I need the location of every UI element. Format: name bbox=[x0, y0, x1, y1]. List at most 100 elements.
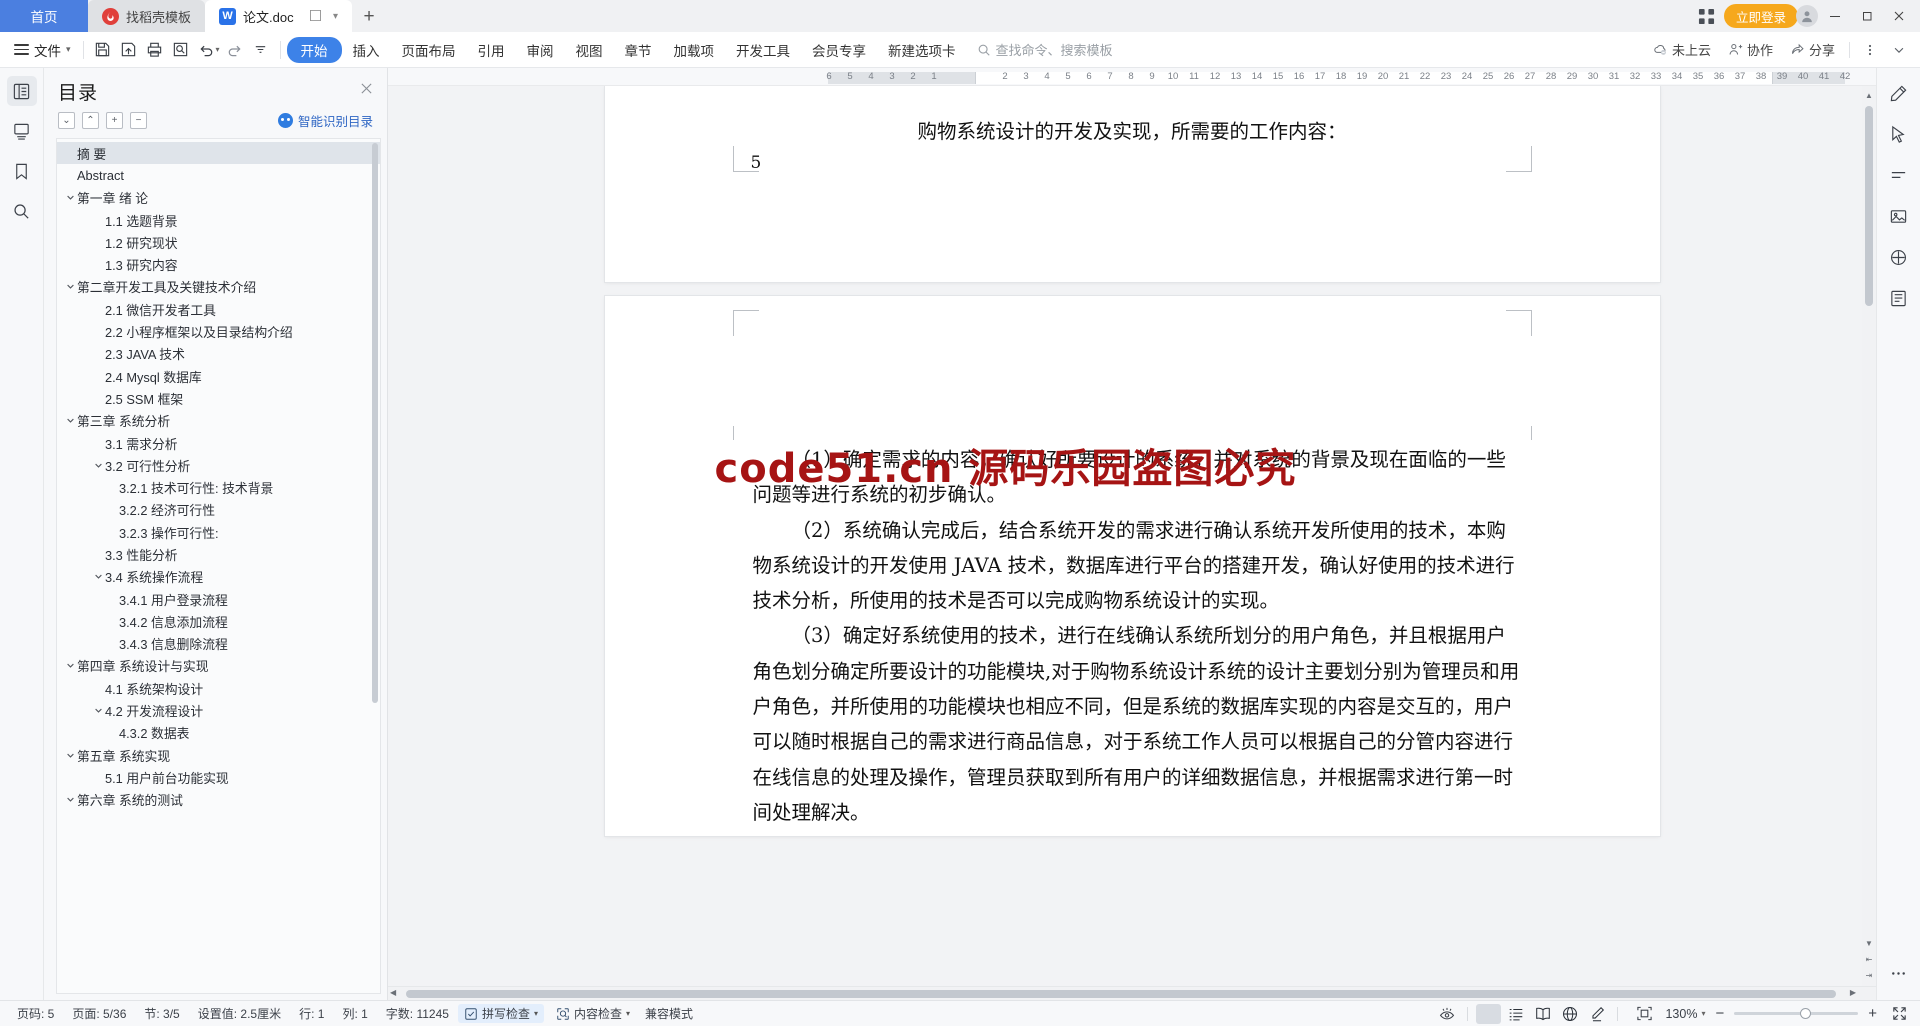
next-page-icon[interactable]: ⇥ bbox=[1862, 968, 1876, 982]
thumbnail-icon[interactable] bbox=[7, 116, 37, 146]
share-button[interactable]: 分享 bbox=[1783, 37, 1842, 62]
vertical-scrollbar[interactable]: ▲ ▼ ⇤ ⇥ bbox=[1862, 86, 1876, 986]
scroll-down-icon[interactable]: ▼ bbox=[1862, 936, 1876, 950]
toc-item[interactable]: 2.5 SSM 框架 bbox=[57, 387, 380, 409]
toc-item[interactable]: 3.2 可行性分析 bbox=[57, 454, 380, 476]
toc-item[interactable]: 3.2.2 经济可行性 bbox=[57, 499, 380, 521]
ribbon-tab-page-layout[interactable]: 页面布局 bbox=[391, 37, 467, 63]
fullscreen-icon[interactable] bbox=[1887, 1004, 1912, 1024]
login-button[interactable]: 立即登录 bbox=[1723, 4, 1798, 28]
chevron-down-icon[interactable] bbox=[63, 416, 77, 425]
collaborate-button[interactable]: 协作 bbox=[1721, 37, 1780, 62]
ribbon-tab-new-tab[interactable]: 新建选项卡 bbox=[877, 37, 967, 63]
new-tab-button[interactable]: + bbox=[352, 2, 386, 32]
collapse-down-icon[interactable]: ⌄ bbox=[58, 112, 75, 129]
page-layout-icon[interactable] bbox=[1884, 283, 1914, 313]
toc-scrollbar-thumb[interactable] bbox=[372, 143, 378, 703]
toc-item[interactable]: 第二章开发工具及关键技术介绍 bbox=[57, 276, 380, 298]
tab-docer-template[interactable]: 找稻壳模板 bbox=[88, 0, 206, 32]
toc-item[interactable]: 3.4 系统操作流程 bbox=[57, 566, 380, 588]
spell-check-caret[interactable]: ▾ bbox=[534, 1009, 538, 1018]
status-section[interactable]: 节: 3/5 bbox=[135, 1005, 188, 1022]
toc-list[interactable]: 摘 要 Abstract 第一章 绪 论 1.1 选题背景 1.2 研究现状 1.3 研究… bbox=[56, 138, 381, 994]
chevron-down-icon[interactable] bbox=[91, 706, 105, 715]
toc-item[interactable]: 第六章 系统的测试 bbox=[57, 789, 380, 811]
ribbon-tab-addins[interactable]: 加载项 bbox=[663, 37, 726, 63]
customize-toolbar-icon[interactable] bbox=[248, 37, 274, 63]
horizontal-ruler[interactable]: 6 5 4 3 2 1 2 3 4 5 6 7 8 9 10 11 12 13 14 15 16 17 18 19 20 21 22… bbox=[388, 68, 1876, 86]
expand-all-icon[interactable]: + bbox=[106, 112, 123, 129]
toc-item[interactable]: 2.3 JAVA 技术 bbox=[57, 343, 380, 365]
outline-panel-icon[interactable] bbox=[6, 76, 37, 106]
scroll-right-icon[interactable]: ▶ bbox=[1850, 988, 1856, 997]
toc-item[interactable]: 2.4 Mysql 数据库 bbox=[57, 365, 380, 387]
toc-item[interactable]: 1.1 选题背景 bbox=[57, 209, 380, 231]
web-view-icon[interactable] bbox=[1557, 1004, 1582, 1024]
document-canvas[interactable]: 购物系统设计的开发及实现，所需要的工作内容： 5 （1）确定需求的内容，确认好所… bbox=[388, 86, 1876, 986]
scroll-left-icon[interactable]: ◀ bbox=[390, 988, 396, 997]
redo-icon[interactable] bbox=[222, 37, 248, 63]
ribbon-tab-start[interactable]: 开始 bbox=[286, 36, 342, 63]
app-grid-icon[interactable] bbox=[1692, 1, 1722, 31]
status-word-count[interactable]: 字数: 11245 bbox=[377, 1005, 458, 1022]
print-preview-icon[interactable] bbox=[168, 37, 194, 63]
toc-item[interactable]: 2.2 小程序框架以及目录结构介绍 bbox=[57, 320, 380, 342]
zoom-caret-icon[interactable]: ▾ bbox=[1701, 1009, 1705, 1018]
toc-item[interactable]: 3.1 需求分析 bbox=[57, 432, 380, 454]
outline-view-icon[interactable] bbox=[1503, 1004, 1528, 1024]
status-line[interactable]: 行: 1 bbox=[290, 1005, 333, 1022]
toc-item[interactable]: 3.2.1 技术可行性: 技术背景 bbox=[57, 476, 380, 498]
document-page-1[interactable]: 购物系统设计的开发及实现，所需要的工作内容： 5 bbox=[604, 86, 1660, 282]
zoom-slider-knob[interactable] bbox=[1800, 1007, 1812, 1019]
shape-icon[interactable] bbox=[1884, 242, 1914, 272]
minimize-button[interactable] bbox=[1820, 1, 1850, 31]
status-compat-mode[interactable]: 兼容模式 bbox=[636, 1005, 702, 1022]
collapse-all-icon[interactable]: − bbox=[130, 112, 147, 129]
status-page-number[interactable]: 页码: 5 bbox=[8, 1005, 63, 1022]
zoom-out-button[interactable]: − bbox=[1713, 1005, 1726, 1022]
chevron-down-icon[interactable] bbox=[63, 751, 77, 760]
cloud-status-button[interactable]: 未上云 bbox=[1646, 37, 1718, 62]
toc-item[interactable]: 3.4.1 用户登录流程 bbox=[57, 588, 380, 610]
zoom-level-label[interactable]: 130% bbox=[1665, 1007, 1697, 1021]
ribbon-tab-references[interactable]: 引用 bbox=[467, 37, 516, 63]
command-search[interactable]: 查找命令、搜索模板 bbox=[977, 40, 1113, 59]
toc-close-icon[interactable] bbox=[360, 78, 373, 95]
toc-item[interactable]: 4.1 系统架构设计 bbox=[57, 677, 380, 699]
status-column[interactable]: 列: 1 bbox=[333, 1005, 376, 1022]
prev-page-icon[interactable]: ⇤ bbox=[1862, 952, 1876, 966]
undo-dropdown-icon[interactable]: ▾ bbox=[216, 45, 220, 54]
toc-item[interactable]: 摘 要 bbox=[57, 142, 380, 165]
pen-edit-icon[interactable] bbox=[1884, 78, 1914, 108]
paragraph-mark-icon[interactable] bbox=[1884, 160, 1914, 190]
read-view-icon[interactable] bbox=[1530, 1004, 1555, 1024]
zoom-slider[interactable] bbox=[1734, 1007, 1859, 1019]
save-as-icon[interactable] bbox=[116, 37, 142, 63]
toc-item[interactable]: 3.2.3 操作可行性: bbox=[57, 521, 380, 543]
search-icon[interactable] bbox=[7, 196, 37, 226]
page-view-icon[interactable] bbox=[1476, 1003, 1502, 1024]
toc-item[interactable]: 1.3 研究内容 bbox=[57, 253, 380, 275]
toc-item[interactable]: Abstract bbox=[57, 164, 380, 186]
file-menu-button[interactable]: 文件 ▾ bbox=[8, 40, 77, 60]
content-check-button[interactable]: 内容检查 ▾ bbox=[550, 1004, 636, 1023]
fit-page-icon[interactable] bbox=[1632, 1004, 1657, 1024]
chevron-down-icon[interactable] bbox=[63, 661, 77, 670]
tab-close-icon[interactable]: ☐ bbox=[309, 9, 322, 24]
save-icon[interactable] bbox=[90, 37, 116, 63]
ribbon-tab-section[interactable]: 章节 bbox=[614, 37, 663, 63]
ribbon-tab-member[interactable]: 会员专享 bbox=[801, 37, 877, 63]
content-check-caret[interactable]: ▾ bbox=[626, 1009, 630, 1018]
close-window-button[interactable] bbox=[1884, 1, 1914, 31]
chevron-down-icon[interactable] bbox=[91, 461, 105, 470]
toc-item[interactable]: 2.1 微信开发者工具 bbox=[57, 298, 380, 320]
status-margin-value[interactable]: 设置值: 2.5厘米 bbox=[189, 1005, 290, 1022]
toc-item[interactable]: 3.3 性能分析 bbox=[57, 543, 380, 565]
toc-item[interactable]: 第三章 系统分析 bbox=[57, 410, 380, 432]
chevron-down-icon[interactable] bbox=[91, 572, 105, 581]
ribbon-tab-insert[interactable]: 插入 bbox=[342, 37, 391, 63]
picture-icon[interactable] bbox=[1884, 201, 1914, 231]
horizontal-scrollbar[interactable]: ◀ ▶ bbox=[388, 986, 1876, 1000]
scroll-up-icon[interactable]: ▲ bbox=[1862, 88, 1876, 102]
zoom-in-button[interactable]: + bbox=[1866, 1005, 1879, 1022]
